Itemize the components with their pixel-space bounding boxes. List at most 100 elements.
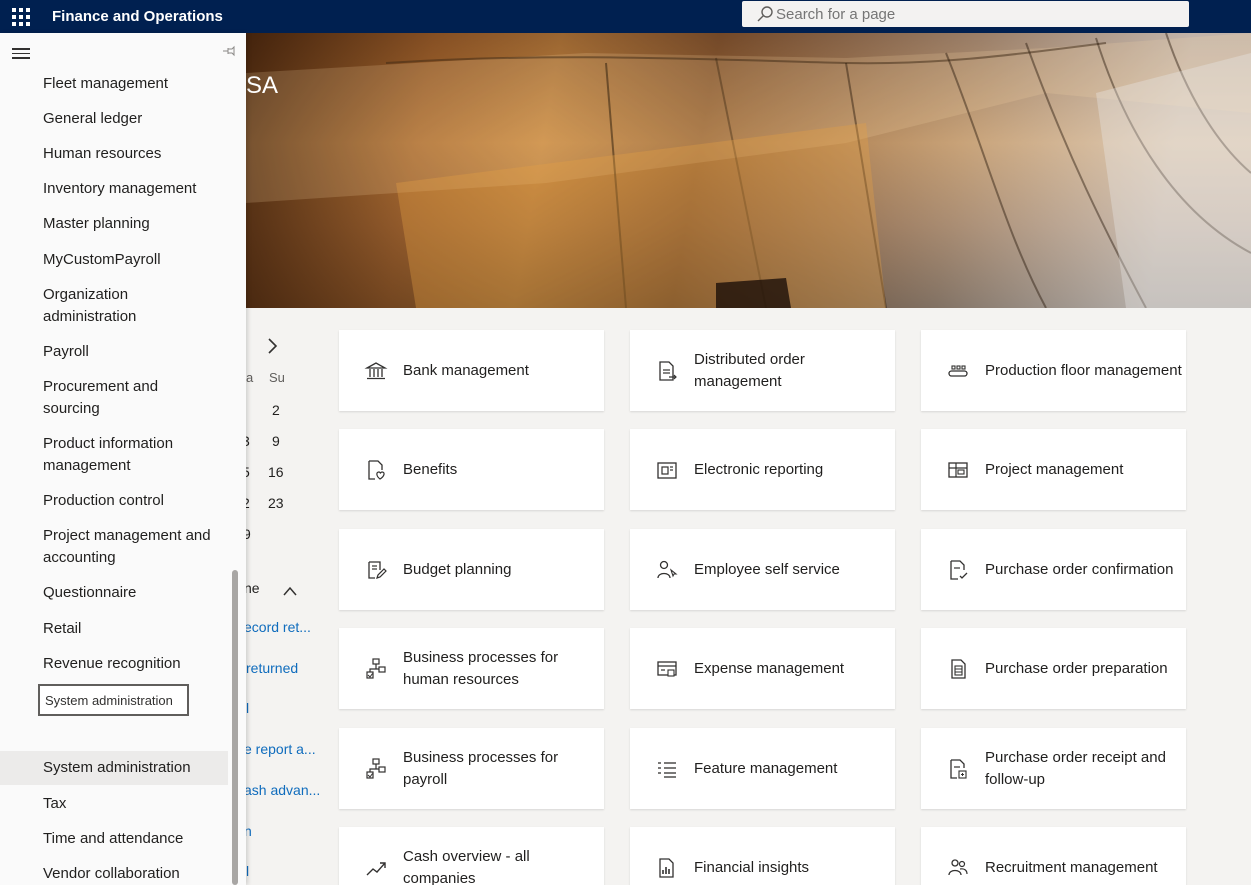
search-input[interactable] bbox=[776, 5, 1176, 23]
nav-item-inventory-management[interactable]: Inventory management bbox=[0, 178, 228, 200]
tile-label: Budget planning bbox=[403, 560, 512, 578]
tile-label: Bank management bbox=[403, 361, 529, 379]
tile-bank-management[interactable]: Bank management bbox=[339, 330, 604, 411]
tile-label: Cash overview - all companies bbox=[403, 847, 530, 885]
trend-icon bbox=[366, 861, 386, 875]
calendar-day[interactable]: 9 bbox=[272, 433, 280, 449]
people-icon bbox=[948, 858, 968, 875]
tile-business-processes-hr[interactable]: Business processes for human resources bbox=[339, 628, 604, 709]
process-flow-icon bbox=[366, 657, 386, 679]
report-icon bbox=[657, 461, 677, 479]
calendar-day[interactable]: 23 bbox=[268, 495, 284, 511]
process-flow-icon bbox=[366, 757, 386, 779]
tile-expense-management[interactable]: Expense management bbox=[630, 628, 895, 709]
nav-item-product-information-management[interactable]: Product information management bbox=[0, 433, 200, 477]
hero-banner bbox=[246, 33, 1251, 308]
partial-link[interactable]: l bbox=[246, 863, 249, 879]
tile-label: Employee self service bbox=[694, 560, 840, 578]
nav-item-retail[interactable]: Retail bbox=[0, 618, 228, 640]
nav-item-human-resources[interactable]: Human resources bbox=[0, 143, 228, 165]
tile-benefits[interactable]: Benefits bbox=[339, 429, 604, 510]
nav-item-general-ledger[interactable]: General ledger bbox=[0, 108, 228, 130]
nav-item-fleet-management[interactable]: Fleet management bbox=[0, 73, 228, 95]
tile-label: Expense management bbox=[694, 659, 845, 677]
tile-purchase-order-preparation[interactable]: Purchase order preparation bbox=[921, 628, 1186, 709]
tile-label: Purchase order preparation bbox=[985, 659, 1168, 677]
tile-feature-management[interactable]: Feature management bbox=[630, 728, 895, 809]
nav-item-system-administration[interactable]: System administration bbox=[0, 751, 228, 785]
tile-label: Benefits bbox=[403, 460, 458, 478]
tile-electronic-reporting[interactable]: Electronic reporting bbox=[630, 429, 895, 510]
nav-item-procurement-and-sourcing[interactable]: Procurement and sourcing bbox=[0, 376, 190, 420]
chevron-right-icon[interactable] bbox=[266, 336, 280, 356]
tile-cash-overview[interactable]: Cash overview - all companies bbox=[339, 827, 604, 885]
hamburger-icon[interactable] bbox=[12, 48, 30, 59]
tile-label: Financial insights bbox=[694, 858, 810, 876]
person-icon bbox=[657, 560, 678, 578]
document-check-icon bbox=[950, 559, 968, 580]
chart-document-icon bbox=[659, 857, 674, 878]
nav-tooltip: System administration bbox=[38, 684, 189, 716]
budget-edit-icon bbox=[368, 560, 387, 579]
nav-item-time-and-attendance[interactable]: Time and attendance bbox=[0, 828, 228, 850]
tile-employee-self-service[interactable]: Employee self service bbox=[630, 529, 895, 610]
search-box[interactable] bbox=[742, 1, 1189, 27]
project-board-icon bbox=[948, 461, 968, 478]
nav-item-master-planning[interactable]: Master planning bbox=[0, 213, 228, 235]
document-receipt-icon bbox=[950, 758, 967, 779]
tile-label: Production floor management bbox=[985, 361, 1182, 379]
tile-financial-insights[interactable]: Financial insights bbox=[630, 827, 895, 885]
tile-production-floor-management[interactable]: Production floor management bbox=[921, 330, 1186, 411]
nav-item-vendor-collaboration[interactable]: Vendor collaboration bbox=[0, 863, 228, 885]
chevron-up-icon[interactable] bbox=[282, 585, 298, 597]
expense-card-icon bbox=[657, 660, 677, 677]
app-title: Finance and Operations bbox=[52, 8, 223, 25]
waffle-icon bbox=[12, 7, 30, 26]
conveyor-icon bbox=[948, 364, 968, 377]
tile-label: Feature management bbox=[694, 759, 838, 777]
nav-item-organization-administration[interactable]: Organization administration bbox=[0, 284, 190, 328]
search-icon bbox=[757, 6, 773, 22]
tile-label: Purchase order confirmation bbox=[985, 560, 1174, 578]
hero-image bbox=[246, 33, 1251, 308]
app-launcher-button[interactable] bbox=[0, 0, 42, 33]
calendar-day-header: Su bbox=[269, 370, 285, 385]
tile-label: Purchase order receipt and follow-up bbox=[985, 748, 1166, 788]
nav-item-project-management-and-accounting[interactable]: Project management and accounting bbox=[0, 525, 228, 569]
order-document-icon bbox=[659, 360, 677, 381]
bank-icon bbox=[364, 361, 388, 379]
tile-recruitment-management[interactable]: Recruitment management bbox=[921, 827, 1186, 885]
nav-item-tax[interactable]: Tax bbox=[0, 793, 228, 815]
navigation-pane: Fleet management General ledger Human re… bbox=[0, 33, 246, 885]
partial-link[interactable]: returned bbox=[246, 660, 298, 676]
tile-label: Business processes for payroll bbox=[403, 748, 559, 788]
partial-link[interactable]: e report a... bbox=[244, 741, 316, 757]
tile-label: Electronic reporting bbox=[694, 460, 824, 478]
nav-item-revenue-recognition[interactable]: Revenue recognition bbox=[0, 653, 228, 675]
nav-scrollbar[interactable] bbox=[232, 570, 238, 885]
tile-label: Recruitment management bbox=[985, 858, 1158, 876]
tile-distributed-order-management[interactable]: Distributed order management bbox=[630, 330, 895, 411]
calendar-day[interactable]: 16 bbox=[268, 464, 284, 480]
checklist-icon bbox=[658, 761, 676, 778]
tile-purchase-order-confirmation[interactable]: Purchase order confirmation bbox=[921, 529, 1186, 610]
tile-project-management[interactable]: Project management bbox=[921, 429, 1186, 510]
tile-business-processes-payroll[interactable]: Business processes for payroll bbox=[339, 728, 604, 809]
nav-item-production-control[interactable]: Production control bbox=[0, 490, 228, 512]
tile-purchase-order-receipt[interactable]: Purchase order receipt and follow-up bbox=[921, 728, 1186, 809]
nav-item-questionnaire[interactable]: Questionnaire bbox=[0, 582, 228, 604]
nav-item-mycustompayroll[interactable]: MyCustomPayroll bbox=[0, 249, 228, 271]
tile-budget-planning[interactable]: Budget planning bbox=[339, 529, 604, 610]
calendar-day[interactable]: 2 bbox=[272, 402, 280, 418]
hero-title: SA bbox=[246, 72, 279, 99]
partial-link[interactable]: ecord ret... bbox=[244, 619, 311, 635]
document-list-icon bbox=[951, 658, 966, 679]
calendar-day-header: a bbox=[246, 370, 254, 385]
partial-link[interactable]: ash advan... bbox=[244, 782, 320, 798]
partial-link[interactable]: l bbox=[246, 700, 249, 716]
benefits-icon bbox=[368, 459, 385, 480]
tile-label: Business processes for human resources bbox=[403, 648, 559, 688]
nav-item-payroll[interactable]: Payroll bbox=[0, 341, 228, 363]
pin-icon[interactable] bbox=[222, 44, 236, 58]
tile-label: Distributed order management bbox=[694, 350, 805, 390]
